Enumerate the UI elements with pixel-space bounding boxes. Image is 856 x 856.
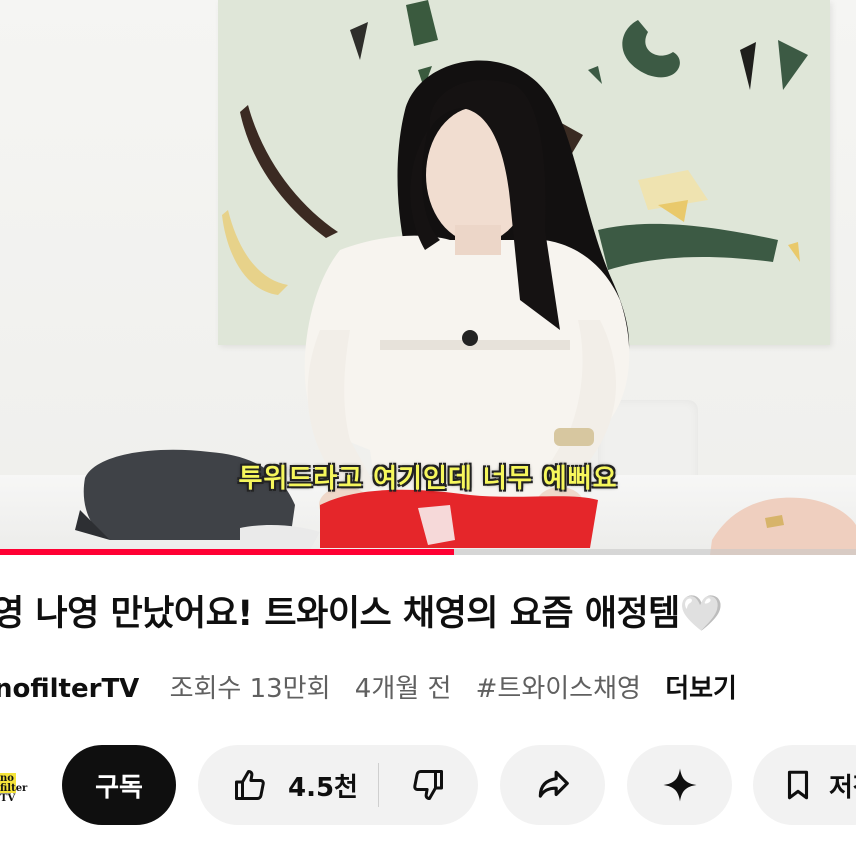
hashtag-link[interactable]: #트와이스채영 bbox=[476, 674, 641, 704]
video-title[interactable]: 영 나영 만났어요! 트와이스 채영의 요즘 애정템🤍 bbox=[0, 585, 723, 636]
bookmark-icon bbox=[781, 767, 815, 803]
thumb-down-icon bbox=[410, 767, 446, 803]
video-subtitle: 투위드라고 여기인데 너무 예뻐요 bbox=[238, 464, 618, 494]
channel-name[interactable]: nofilterTV bbox=[0, 674, 139, 704]
subscribe-label: 구독 bbox=[95, 772, 143, 803]
video-player[interactable]: 투위드라고 여기인데 너무 예뻐요 bbox=[0, 0, 856, 555]
video-progress-bar[interactable] bbox=[0, 549, 856, 555]
thumb-up-icon bbox=[232, 767, 268, 803]
view-count: 조회수 13만회 bbox=[169, 674, 331, 704]
like-dislike-group: 4.5천 bbox=[198, 745, 478, 825]
sparkle-icon bbox=[662, 767, 698, 803]
more-button[interactable]: 더보기 bbox=[665, 674, 737, 704]
subscribe-button[interactable]: 구독 bbox=[62, 745, 176, 825]
like-count: 4.5천 bbox=[288, 772, 358, 803]
video-meta-row: nofilterTV 조회수 13만회 4개월 전 #트와이스채영 더보기 bbox=[0, 668, 753, 705]
upload-age: 4개월 전 bbox=[354, 674, 452, 704]
share-icon bbox=[534, 766, 572, 804]
channel-avatar[interactable]: no filter TV bbox=[0, 755, 40, 815]
remix-button[interactable] bbox=[627, 745, 732, 825]
video-progress-fill bbox=[0, 549, 454, 555]
save-button[interactable]: 저장 bbox=[753, 745, 856, 825]
share-button[interactable] bbox=[500, 745, 605, 825]
avatar-logo: no filter TV bbox=[0, 773, 28, 804]
dislike-button[interactable] bbox=[379, 745, 478, 825]
svg-text:TV: TV bbox=[0, 793, 15, 804]
like-button[interactable]: 4.5천 bbox=[198, 745, 378, 825]
save-label: 저장 bbox=[829, 772, 856, 803]
